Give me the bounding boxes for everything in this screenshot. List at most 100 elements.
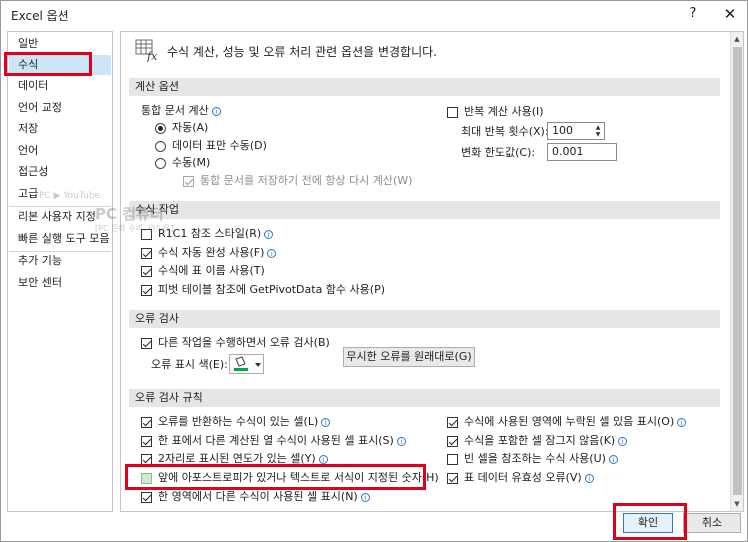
info-icon: i	[584, 473, 594, 483]
info-icon: i	[396, 436, 406, 446]
checkbox[interactable]	[447, 416, 458, 428]
formula-fx-icon: fx	[135, 39, 158, 62]
info-icon: i	[321, 417, 331, 427]
radio-automatic[interactable]: 자동(A)	[155, 119, 208, 137]
checkbox[interactable]	[141, 435, 152, 447]
background-error-checking-label: 다른 작업을 수행하면서 오류 검사(B)	[158, 336, 330, 349]
section-calculation-options: 계산 옵션	[129, 78, 720, 96]
info-icon: i	[360, 492, 370, 502]
section-error-checking: 오류 검사	[129, 310, 720, 328]
radio-button[interactable]	[155, 122, 166, 134]
iterative-calc-label: 반복 계산 사용(I)	[464, 105, 544, 118]
radio-automatic-except-tables[interactable]: 데이터 표만 수동(D)	[155, 137, 267, 155]
rule-numbers-as-text-checkbox[interactable]: 앞에 아포스트로피가 있거나 텍스트로 서식이 지정된 숫자(H)	[141, 469, 439, 487]
info-icon: i	[618, 436, 628, 446]
rule-label: 표 데이터 유효성 오류(V)	[464, 471, 582, 484]
vertical-scrollbar[interactable]: ▲ ▼	[730, 32, 743, 511]
checkbox[interactable]	[141, 416, 152, 428]
rule-omitted-cells-checkbox[interactable]: 수식에 사용된 영역에 누락된 셀 있음 표시(O) i	[447, 413, 687, 431]
max-iterations-input[interactable]: 100 ▲ ▼	[547, 122, 605, 140]
scroll-up-arrow-icon[interactable]: ▲	[731, 32, 743, 46]
scrollbar-thumb[interactable]	[733, 47, 742, 495]
rule-label: 오류를 반환하는 수식이 있는 셀(L)	[158, 415, 319, 428]
excel-options-dialog: Excel 옵션 ? ✕ 일반 수식 데이터 언어 교정 저장 언어 접근성 고…	[0, 0, 748, 542]
rule-error-cells-checkbox[interactable]: 오류를 반환하는 수식이 있는 셀(L) i	[141, 413, 331, 431]
rule-data-validation-checkbox[interactable]: 표 데이터 유효성 오류(V) i	[447, 469, 594, 487]
watermark-subtitle: [PC 문화 수리, 윈도우]	[95, 224, 174, 233]
recalc-before-save-label: 통합 문서를 저장하기 전에 항상 다시 계산(W)	[200, 174, 413, 187]
info-icon: i	[264, 229, 274, 239]
max-change-input[interactable]: 0.001	[547, 143, 617, 161]
rule-inconsistent-calculated-column-checkbox[interactable]: 한 표에서 다른 계산된 열 수식이 사용된 셀 표시(S) i	[141, 432, 406, 450]
checkbox[interactable]	[141, 337, 152, 349]
scroll-down-arrow-icon[interactable]: ▼	[731, 497, 743, 511]
rule-inconsistent-formulas-checkbox[interactable]: 한 영역에서 다른 수식이 사용된 셀 표시(N) i	[141, 488, 370, 506]
checkbox[interactable]	[141, 247, 152, 259]
formula-autocomplete-checkbox[interactable]: 수식 자동 완성 사용(F) i	[141, 244, 277, 262]
sidebar-item-add-ins[interactable]: 추가 기능	[9, 251, 111, 271]
ok-button[interactable]: 확인	[623, 513, 673, 533]
title-bar: Excel 옵션 ? ✕	[1, 1, 747, 27]
checkbox[interactable]	[141, 491, 152, 503]
max-iterations-value: 100	[552, 124, 573, 137]
radio-automatic-label: 자동(A)	[172, 121, 209, 134]
radio-button[interactable]	[155, 157, 166, 169]
rule-label: 앞에 아포스트로피가 있거나 텍스트로 서식이 지정된 숫자(H)	[158, 471, 439, 484]
checkbox[interactable]	[141, 453, 152, 465]
error-color-label: 오류 표시 색(E):	[151, 358, 228, 371]
error-color-picker[interactable]	[229, 354, 264, 374]
cancel-button[interactable]: 취소	[683, 513, 741, 533]
close-button[interactable]: ✕	[717, 3, 743, 25]
rule-empty-cells-checkbox[interactable]: 빈 셀을 참조하는 수식 사용(U) i	[447, 450, 618, 468]
radio-manual[interactable]: 수동(M)	[155, 154, 210, 172]
watermark-title: PC 컴퓨터	[95, 205, 164, 223]
info-icon: i	[267, 248, 277, 258]
radio-button[interactable]	[155, 140, 166, 152]
info-icon: i	[677, 417, 687, 427]
info-icon: i	[318, 454, 328, 464]
checkbox[interactable]	[447, 106, 458, 118]
table-names-checkbox[interactable]: 수식에 표 이름 사용(T)	[141, 262, 265, 280]
formulas-options-panel: fx 수식 계산, 성능 및 오류 처리 관련 옵션을 변경합니다. 계산 옵션…	[120, 31, 744, 512]
info-icon: i	[211, 106, 221, 116]
radio-manual-label: 수동(M)	[172, 156, 211, 169]
sidebar-item-save[interactable]: 저장	[9, 119, 111, 139]
rule-label: 수식을 포함한 셀 잠그지 않음(K)	[464, 434, 616, 447]
sidebar-item-language[interactable]: 언어	[9, 141, 111, 161]
checkbox[interactable]	[183, 175, 194, 187]
options-sidebar: 일반 수식 데이터 언어 교정 저장 언어 접근성 고급 리본 사용자 지정 빠…	[7, 31, 113, 512]
workbook-calc-text: 통합 문서 계산	[141, 104, 209, 117]
section-error-checking-rules: 오류 검사 규칙	[129, 389, 720, 407]
checkbox[interactable]	[141, 265, 152, 277]
rule-label: 빈 셀을 참조하는 수식 사용(U)	[464, 452, 606, 465]
radio-automatic-except-label: 데이터 표만 수동(D)	[172, 139, 267, 152]
checkbox[interactable]	[447, 453, 458, 465]
getpivotdata-label: 피벗 테이블 참조에 GetPivotData 함수 사용(P)	[158, 283, 386, 296]
watermark-badge: PC ▶ YouTube	[39, 191, 100, 201]
sidebar-item-formulas[interactable]: 수식	[9, 55, 111, 75]
checkbox[interactable]	[141, 472, 152, 484]
info-icon: i	[608, 454, 618, 464]
paint-bucket-icon	[234, 356, 261, 371]
rule-two-digit-years-checkbox[interactable]: 2자리로 표시된 연도가 있는 셀(Y) i	[141, 450, 328, 468]
dialog-title: Excel 옵션	[11, 9, 69, 23]
checkbox[interactable]	[141, 284, 152, 296]
sidebar-item-accessibility[interactable]: 접근성	[9, 162, 111, 182]
sidebar-item-data[interactable]: 데이터	[9, 76, 111, 96]
rule-unlocked-formula-cells-checkbox[interactable]: 수식을 포함한 셀 잠그지 않음(K) i	[447, 432, 628, 450]
sidebar-item-trust-center[interactable]: 보안 센터	[9, 273, 111, 293]
background-error-checking-checkbox[interactable]: 다른 작업을 수행하면서 오류 검사(B)	[141, 334, 330, 352]
sidebar-item-general[interactable]: 일반	[9, 34, 111, 54]
recalc-before-save-checkbox[interactable]: 통합 문서를 저장하기 전에 항상 다시 계산(W)	[183, 172, 412, 190]
workbook-calc-label: 통합 문서 계산 i	[141, 102, 221, 120]
checkbox[interactable]	[447, 472, 458, 484]
help-button[interactable]: ?	[681, 3, 705, 25]
checkbox[interactable]	[447, 435, 458, 447]
spinner-icon[interactable]: ▲ ▼	[594, 124, 602, 138]
sidebar-item-proofing[interactable]: 언어 교정	[9, 98, 111, 118]
rule-label: 한 영역에서 다른 수식이 사용된 셀 표시(N)	[158, 490, 358, 503]
getpivotdata-checkbox[interactable]: 피벗 테이블 참조에 GetPivotData 함수 사용(P)	[141, 281, 385, 299]
iterative-calc-checkbox[interactable]: 반복 계산 사용(I)	[447, 103, 544, 121]
table-names-label: 수식에 표 이름 사용(T)	[158, 264, 265, 277]
reset-ignored-errors-button[interactable]: 무시한 오류를 원래대로(G)	[343, 347, 475, 367]
